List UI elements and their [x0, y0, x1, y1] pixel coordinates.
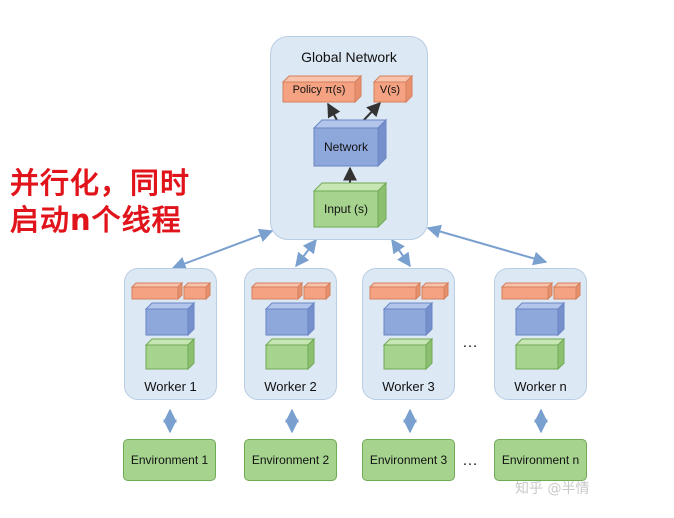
workers-ellipsis: … [462, 334, 479, 351]
worker-3-network-box [382, 301, 434, 337]
input-label: Input (s) [323, 202, 368, 216]
worker-3-value-box [420, 281, 450, 301]
worker-1-network-box [144, 301, 196, 337]
worker-n-policy-box [500, 281, 554, 301]
worker-n-value-box [552, 281, 582, 301]
policy-output-box: Policy π(s) [281, 74, 363, 104]
value-label: V(s) [379, 84, 401, 96]
environment-2: Environment 2 [244, 439, 337, 481]
worker-3-input-box [382, 337, 434, 371]
worker-label: Worker n [514, 379, 567, 394]
environments-ellipsis: … [462, 452, 479, 469]
worker-label: Worker 3 [382, 379, 435, 394]
worker-2-input-box [264, 337, 316, 371]
worker-1-policy-box [130, 281, 184, 301]
environment-n: Environment n [494, 439, 587, 481]
environment-1: Environment 1 [123, 439, 216, 481]
worker-label: Worker 1 [144, 379, 197, 394]
network-label: Network [323, 140, 368, 154]
input-box: Input (s) [312, 181, 388, 229]
worker-2-network-box [264, 301, 316, 337]
worker-2-value-box [302, 281, 332, 301]
environment-3: Environment 3 [362, 439, 455, 481]
value-output-box: V(s) [372, 74, 414, 104]
watermark: 知乎 @半情 [515, 481, 590, 497]
worker-1-value-box [182, 281, 212, 301]
policy-label: Policy π(s) [292, 84, 346, 96]
annotation-line-2: 启动n个线程 [10, 203, 182, 237]
network-box: Network [312, 118, 388, 168]
worker-2-policy-box [250, 281, 304, 301]
worker-1-input-box [144, 337, 196, 371]
worker-n-network-box [514, 301, 566, 337]
worker-label: Worker 2 [264, 379, 317, 394]
annotation-line-1: 并行化，同时 [10, 166, 191, 200]
worker-n-input-box [514, 337, 566, 371]
worker-3-policy-box [368, 281, 422, 301]
